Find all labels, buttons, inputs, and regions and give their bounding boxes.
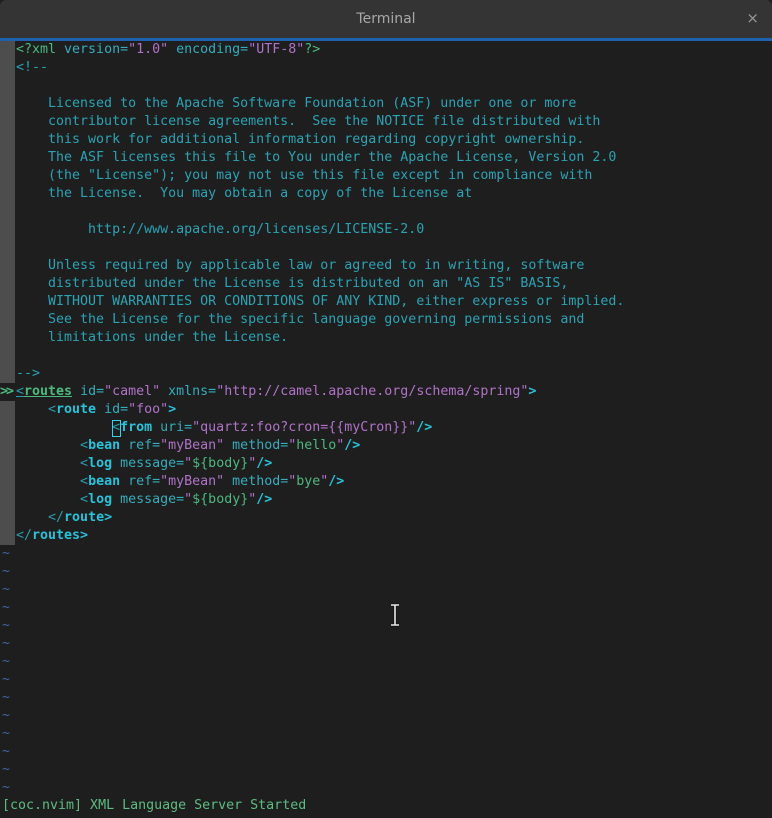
tilde-line: ~	[0, 617, 772, 635]
code-line: contributor license agreements. See the …	[0, 113, 772, 131]
code-line: The ASF licenses this file to You under …	[0, 149, 772, 167]
code-line: limitations under the License.	[0, 329, 772, 347]
tilde-line: ~	[0, 545, 772, 563]
window-title: Terminal	[0, 0, 772, 38]
buffer-lines: <?xml version="1.0" encoding="UTF-8"?><!…	[0, 41, 772, 545]
tilde-line: ~	[0, 725, 772, 743]
tilde-line: ~	[0, 707, 772, 725]
code-line	[0, 203, 772, 221]
code-line: <bean ref="myBean" method="hello"/>	[0, 437, 772, 455]
code-line: <bean ref="myBean" method="bye"/>	[0, 473, 772, 491]
code-line: Unless required by applicable law or agr…	[0, 257, 772, 275]
code-line: <log message="${body}"/>	[0, 491, 772, 509]
empty-buffer-lines: ~~~~~~~~~~~~~~	[0, 545, 772, 797]
code-line: (the "License"); you may not use this fi…	[0, 167, 772, 185]
code-line: this work for additional information reg…	[0, 131, 772, 149]
close-icon[interactable]: ×	[746, 0, 759, 38]
terminal-screen[interactable]: >> <?xml version="1.0" encoding="UTF-8"?…	[0, 41, 772, 818]
code-line: </route>	[0, 509, 772, 527]
code-line	[0, 239, 772, 257]
code-line: <log message="${body}"/>	[0, 455, 772, 473]
mouse-ibeam-cursor	[388, 603, 402, 627]
status-message: [coc.nvim] XML Language Server Started	[0, 797, 772, 815]
code-line: Licensed to the Apache Software Foundati…	[0, 95, 772, 113]
code-line: <!--	[0, 59, 772, 77]
code-line	[0, 347, 772, 365]
code-line	[0, 77, 772, 95]
tilde-line: ~	[0, 563, 772, 581]
titlebar[interactable]: Terminal ×	[0, 0, 772, 38]
code-line: http://www.apache.org/licenses/LICENSE-2…	[0, 221, 772, 239]
tilde-line: ~	[0, 599, 772, 617]
tilde-line: ~	[0, 671, 772, 689]
tilde-line: ~	[0, 653, 772, 671]
code-line: WITHOUT WARRANTIES OR CONDITIONS OF ANY …	[0, 293, 772, 311]
tilde-line: ~	[0, 635, 772, 653]
code-line: <?xml version="1.0" encoding="UTF-8"?>	[0, 41, 772, 59]
code-line: <routes id="camel" xmlns="http://camel.a…	[0, 383, 772, 401]
code-line: distributed under the License is distrib…	[0, 275, 772, 293]
tilde-line: ~	[0, 689, 772, 707]
tilde-line: ~	[0, 761, 772, 779]
vim-cursor	[112, 420, 121, 437]
tilde-line: ~	[0, 581, 772, 599]
code-line: </routes>	[0, 527, 772, 545]
code-line: the License. You may obtain a copy of th…	[0, 185, 772, 203]
diagnostic-sign: >>	[0, 383, 15, 401]
code-line: <route id="foo">	[0, 401, 772, 419]
terminal-window: Terminal × >> <?xml version="1.0" encodi…	[0, 0, 772, 818]
tilde-line: ~	[0, 779, 772, 797]
tilde-line: ~	[0, 743, 772, 761]
code-line: See the License for the specific languag…	[0, 311, 772, 329]
code-line: -->	[0, 365, 772, 383]
